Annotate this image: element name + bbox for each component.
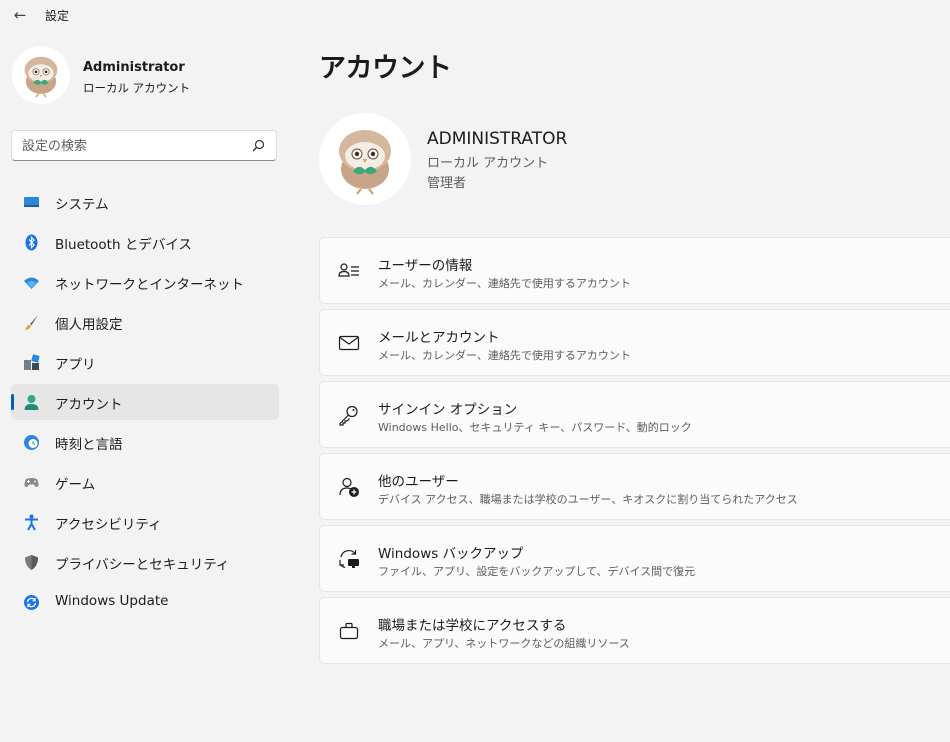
- mail-icon: [338, 332, 360, 354]
- card-windows-backup[interactable]: Windows バックアップ ファイル、アプリ、設定をバックアップして、デバイス…: [319, 525, 950, 592]
- sidebar-item-bluetooth[interactable]: Bluetooth とデバイス: [11, 224, 279, 260]
- sidebar-item-label: Windows Update: [55, 593, 169, 609]
- user-name: Administrator: [83, 60, 185, 75]
- user-info-icon: [338, 260, 360, 282]
- back-arrow-icon[interactable]: ←: [10, 5, 30, 25]
- sidebar-nav: システム Bluetooth とデバイス ネットワークとインターネット 個人用設…: [11, 184, 279, 624]
- card-your-info[interactable]: ユーザーの情報 メール、カレンダー、連絡先で使用するアカウント: [319, 237, 950, 304]
- paintbrush-icon: [23, 314, 40, 331]
- user-account-type: ローカル アカウント: [83, 81, 191, 95]
- account-icon: [23, 394, 40, 411]
- sidebar-item-label: ネットワークとインターネット: [55, 277, 244, 293]
- main-content: アカウント ADMINISTRATOR ローカル アカウント 管理者 ユーザーの…: [292, 30, 950, 742]
- page-title: アカウント: [319, 53, 452, 84]
- sidebar-item-time-language[interactable]: 時刻と言語: [11, 424, 279, 460]
- system-display-icon: [23, 194, 40, 211]
- bluetooth-icon: [23, 234, 40, 251]
- account-name: ADMINISTRATOR: [427, 129, 568, 149]
- card-access-work-school[interactable]: 職場または学校にアクセスする メール、アプリ、ネットワークなどの組織リソース: [319, 597, 950, 664]
- time-language-icon: [23, 434, 40, 451]
- sidebar-item-personalization[interactable]: 個人用設定: [11, 304, 279, 340]
- account-avatar: [319, 113, 411, 205]
- gamepad-icon: [23, 474, 40, 491]
- account-type: ローカル アカウント: [427, 156, 549, 171]
- title-bar: ← 設定: [0, 0, 950, 30]
- search-box[interactable]: [11, 130, 277, 161]
- card-description: Windows Hello、セキュリティ キー、パスワード、動的ロック: [378, 421, 692, 434]
- card-description: メール、カレンダー、連絡先で使用するアカウント: [378, 349, 631, 362]
- card-title: Windows バックアップ: [378, 546, 524, 562]
- sidebar-item-accounts[interactable]: アカウント: [11, 384, 279, 420]
- sidebar-item-label: アプリ: [55, 357, 96, 373]
- sidebar-item-label: 個人用設定: [55, 317, 123, 333]
- window-title: 設定: [45, 9, 70, 23]
- avatar: [12, 46, 70, 104]
- briefcase-icon: [338, 620, 360, 642]
- sidebar-item-label: 時刻と言語: [55, 437, 123, 453]
- card-other-users[interactable]: 他のユーザー デバイス アクセス、職場または学校のユーザー、キオスクに割り当てら…: [319, 453, 950, 520]
- sidebar-item-accessibility[interactable]: アクセシビリティ: [11, 504, 279, 540]
- sidebar-item-label: プライバシーとセキュリティ: [55, 557, 230, 573]
- card-title: ユーザーの情報: [378, 258, 473, 274]
- sidebar: Administrator ローカル アカウント システム Bluetooth …: [0, 30, 292, 742]
- sidebar-item-gaming[interactable]: ゲーム: [11, 464, 279, 500]
- card-description: デバイス アクセス、職場または学校のユーザー、キオスクに割り当てられたアクセス: [378, 493, 798, 506]
- card-title: 他のユーザー: [378, 474, 459, 490]
- shield-icon: [23, 554, 40, 571]
- sidebar-item-label: システム: [55, 197, 109, 213]
- wifi-icon: [23, 274, 40, 291]
- card-description: メール、カレンダー、連絡先で使用するアカウント: [378, 277, 631, 290]
- sidebar-item-windows-update[interactable]: Windows Update: [11, 584, 279, 620]
- card-description: メール、アプリ、ネットワークなどの組織リソース: [378, 637, 630, 650]
- sidebar-item-label: ゲーム: [55, 477, 96, 493]
- search-input[interactable]: [22, 135, 242, 157]
- accessibility-icon: [23, 514, 40, 531]
- sidebar-item-label: Bluetooth とデバイス: [55, 237, 192, 253]
- card-title: メールとアカウント: [378, 330, 500, 346]
- apps-icon: [23, 354, 40, 371]
- sidebar-item-privacy[interactable]: プライバシーとセキュリティ: [11, 544, 279, 580]
- sidebar-item-system[interactable]: システム: [11, 184, 279, 220]
- backup-icon: [338, 548, 360, 570]
- search-icon[interactable]: [250, 138, 266, 154]
- windows-update-icon: [23, 594, 40, 611]
- card-title: サインイン オプション: [378, 402, 518, 418]
- sidebar-item-apps[interactable]: アプリ: [11, 344, 279, 380]
- key-icon: [338, 404, 360, 426]
- card-description: ファイル、アプリ、設定をバックアップして、デバイス間で復元: [378, 565, 696, 578]
- settings-cards: ユーザーの情報 メール、カレンダー、連絡先で使用するアカウント メールとアカウン…: [319, 237, 950, 669]
- add-user-icon: [338, 476, 360, 498]
- sidebar-item-label: アクセシビリティ: [55, 517, 162, 533]
- sidebar-item-network[interactable]: ネットワークとインターネット: [11, 264, 279, 300]
- card-title: 職場または学校にアクセスする: [378, 618, 567, 634]
- account-role: 管理者: [427, 176, 467, 191]
- sidebar-item-label: アカウント: [55, 397, 123, 413]
- card-sign-in-options[interactable]: サインイン オプション Windows Hello、セキュリティ キー、パスワー…: [319, 381, 950, 448]
- card-email-accounts[interactable]: メールとアカウント メール、カレンダー、連絡先で使用するアカウント: [319, 309, 950, 376]
